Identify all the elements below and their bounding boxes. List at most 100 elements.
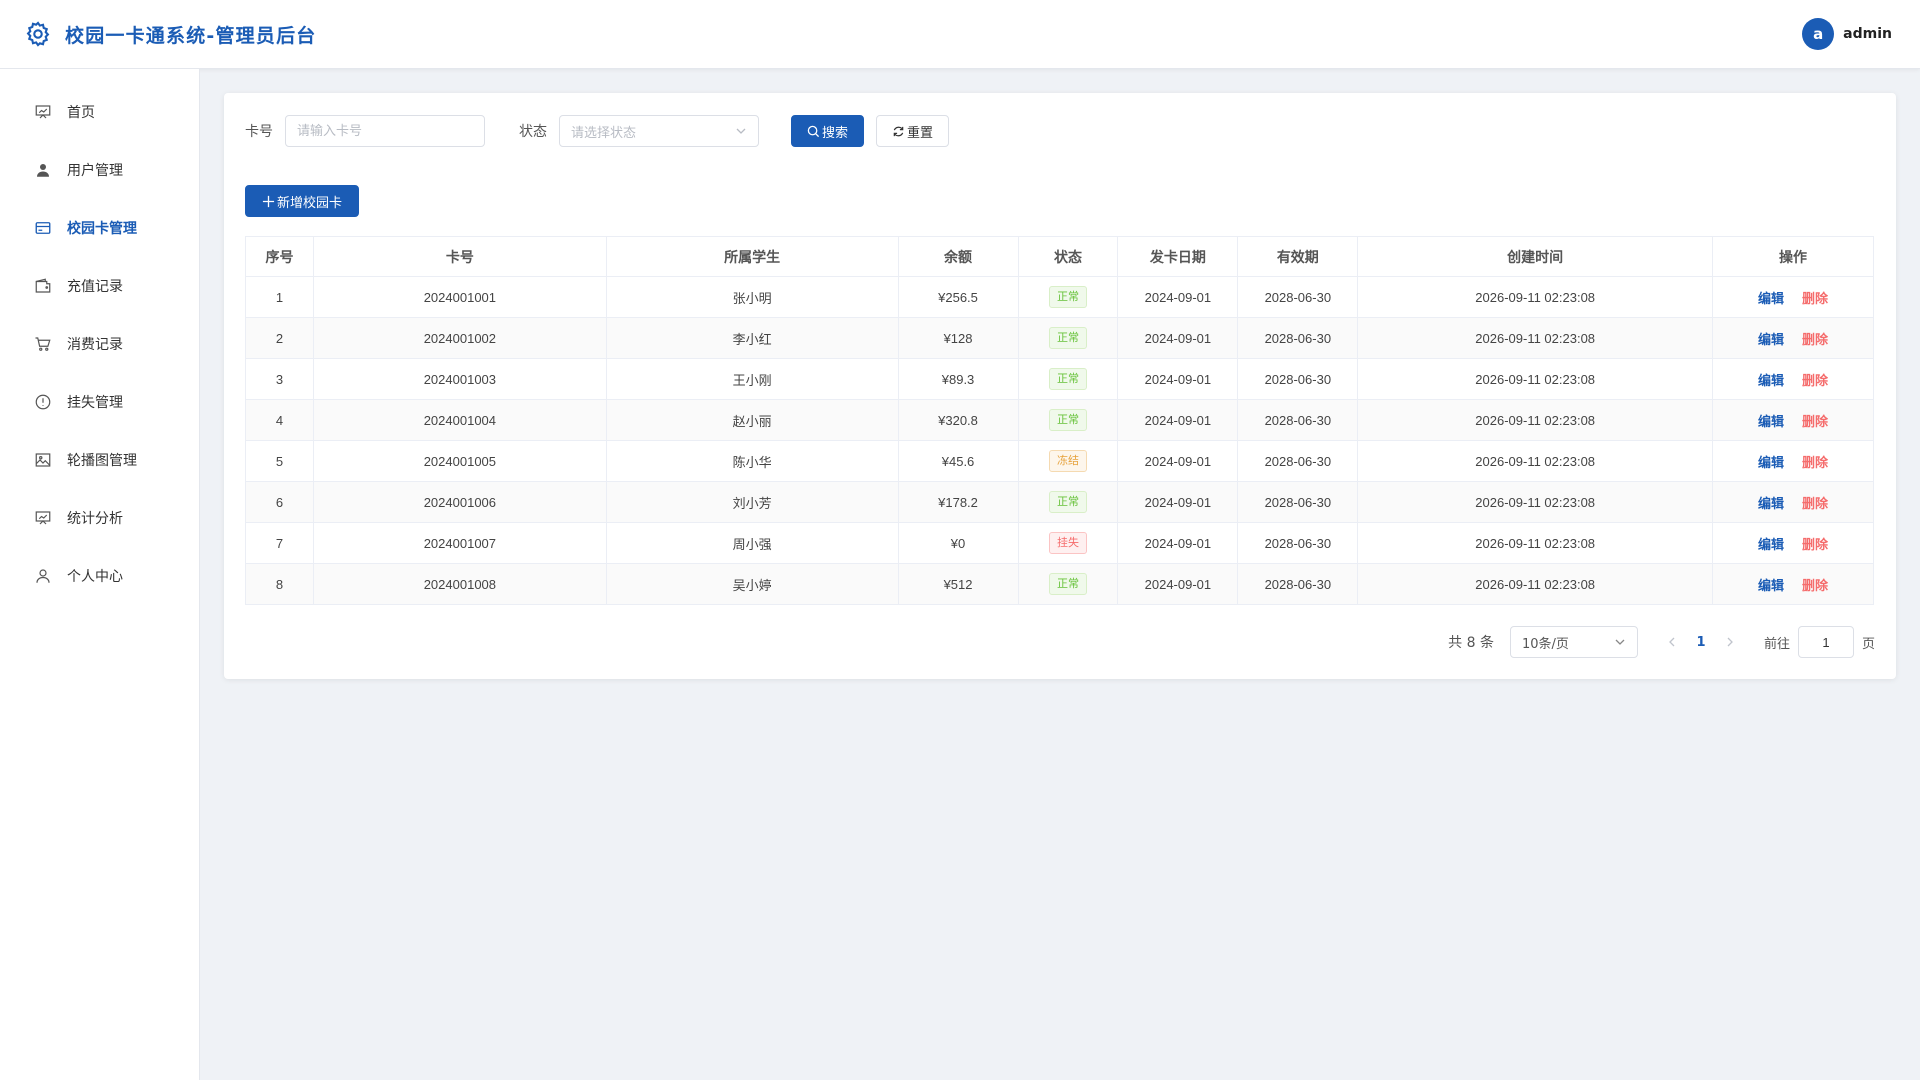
user-outline-icon [36,569,50,583]
cell-no: 1 [245,276,314,318]
status-badge: 正常 [1048,573,1087,595]
cell-created: 2026-09-11 02:23:08 [1357,563,1714,605]
page-size-value: 10条/页 [1521,636,1569,652]
sidebar-item-home[interactable]: 首页 [0,83,199,141]
sidebar-item-loss-report[interactable]: 挂失管理 [0,373,199,431]
chevron-down-icon [736,128,746,134]
status-label: 状态 [519,124,547,140]
cell-student: 赵小丽 [605,399,899,441]
cell-issue-date: 2024-09-01 [1117,358,1239,400]
add-card-button[interactable]: 新增校园卡 [245,185,360,217]
cell-created: 2026-09-11 02:23:08 [1357,317,1714,359]
next-page-button[interactable] [1716,636,1744,648]
cell-issue-date: 2024-09-01 [1117,522,1239,564]
table-row: 1 2024001001 张小明 ¥256.5 正常 2024-09-01 2028-06-… [245,276,1874,318]
sidebar-item-consumption-records[interactable]: 消费记录 [0,315,199,373]
edit-button[interactable]: 编辑 [1758,332,1784,347]
cell-actions: 编辑 删除 [1712,276,1874,318]
chart-board-icon [35,511,51,525]
status-badge: 冻结 [1048,450,1087,472]
card-number-input[interactable] [285,115,485,147]
avatar[interactable]: a [1802,18,1835,50]
app-title: 校园一卡通系统-管理员后台 [65,24,317,47]
cell-balance: ¥128 [897,317,1019,359]
cell-created: 2026-09-11 02:23:08 [1357,522,1714,564]
filter-bar: 卡号 状态 请选择状态 搜索 重置 [245,115,950,147]
cell-balance: ¥320.8 [897,399,1019,441]
cell-balance: ¥256.5 [897,276,1019,318]
warning-circle-icon [35,394,51,410]
edit-button[interactable]: 编辑 [1758,414,1784,429]
cell-expiry: 2028-06-30 [1237,399,1359,441]
delete-button[interactable]: 删除 [1802,332,1828,347]
content-card: 卡号 状态 请选择状态 搜索 重置 新增校园卡 序号 卡号 所属学生 余额 [224,93,1896,679]
picture-icon [35,453,51,467]
table-row: 3 2024001003 王小刚 ¥89.3 正常 2024-09-01 2028-06-3… [245,358,1874,400]
cart-icon [35,337,51,351]
cell-status: 冻结 [1017,440,1119,482]
cell-expiry: 2028-06-30 [1237,358,1359,400]
total-count: 共 8 条 [1448,635,1494,651]
edit-button[interactable]: 编辑 [1758,496,1784,511]
brand: 校园一卡通系统-管理员后台 [24,20,317,48]
cell-balance: ¥0 [897,522,1019,564]
status-badge: 正常 [1048,491,1087,513]
cell-balance: ¥512 [897,563,1019,605]
prev-page-button[interactable] [1658,636,1686,648]
delete-button[interactable]: 删除 [1802,537,1828,552]
top-header: 校园一卡通系统-管理员后台 a admin [0,0,1920,69]
cell-no: 6 [245,481,314,523]
page-number-current[interactable]: 1 [1686,635,1716,650]
col-header-expiry: 有效期 [1237,236,1359,277]
cell-status: 正常 [1017,481,1119,523]
sidebar-item-profile[interactable]: 个人中心 [0,547,199,605]
delete-button[interactable]: 删除 [1802,496,1828,511]
delete-button[interactable]: 删除 [1802,373,1828,388]
reset-button-label: 重置 [907,125,934,141]
status-select[interactable]: 请选择状态 [559,115,759,147]
edit-button[interactable]: 编辑 [1758,373,1784,388]
cell-student: 李小红 [605,317,899,359]
sidebar-item-campus-cards[interactable]: 校园卡管理 [0,199,199,257]
sidebar-item-recharge-records[interactable]: 充值记录 [0,257,199,315]
page-size-select[interactable]: 10条/页 [1509,626,1638,658]
campus-card-table: 序号 卡号 所属学生 余额 状态 发卡日期 有效期 创建时间 操作 1 20240… [245,236,1874,605]
delete-button[interactable]: 删除 [1802,291,1828,306]
cell-card-no: 2024001007 [312,522,607,564]
goto-page-input[interactable] [1797,626,1854,658]
cell-no: 2 [245,317,314,359]
cell-no: 4 [245,399,314,441]
refresh-icon [893,126,904,136]
goto-label: 前往 [1763,636,1790,652]
cell-balance: ¥178.2 [897,481,1019,523]
username[interactable]: admin [1843,26,1892,42]
cell-issue-date: 2024-09-01 [1117,317,1239,359]
delete-button[interactable]: 删除 [1802,578,1828,593]
sidebar-item-statistics[interactable]: 统计分析 [0,489,199,547]
sidebar-item-carousel[interactable]: 轮播图管理 [0,431,199,489]
reset-button[interactable]: 重置 [876,115,950,147]
chevron-left-icon [1669,637,1675,647]
cell-actions: 编辑 删除 [1712,399,1874,441]
table-row: 4 2024001004 赵小丽 ¥320.8 正常 2024-09-01 2028-06-… [245,399,1874,441]
search-button[interactable]: 搜索 [791,115,865,147]
user-menu[interactable]: a admin [1802,18,1892,50]
card-number-label: 卡号 [245,124,273,140]
edit-button[interactable]: 编辑 [1758,578,1784,593]
cell-actions: 编辑 删除 [1712,358,1874,400]
cell-status: 正常 [1017,317,1119,359]
sidebar-item-users[interactable]: 用户管理 [0,141,199,199]
edit-button[interactable]: 编辑 [1758,455,1784,470]
cell-status: 正常 [1017,358,1119,400]
status-badge: 正常 [1048,368,1087,390]
cell-expiry: 2028-06-30 [1237,276,1359,318]
col-header-created: 创建时间 [1357,236,1714,277]
edit-button[interactable]: 编辑 [1758,537,1784,552]
cell-created: 2026-09-11 02:23:08 [1357,358,1714,400]
delete-button[interactable]: 删除 [1802,455,1828,470]
delete-button[interactable]: 删除 [1802,414,1828,429]
search-icon [807,125,820,137]
col-header-no: 序号 [245,236,314,277]
edit-button[interactable]: 编辑 [1758,291,1784,306]
cell-expiry: 2028-06-30 [1237,522,1359,564]
